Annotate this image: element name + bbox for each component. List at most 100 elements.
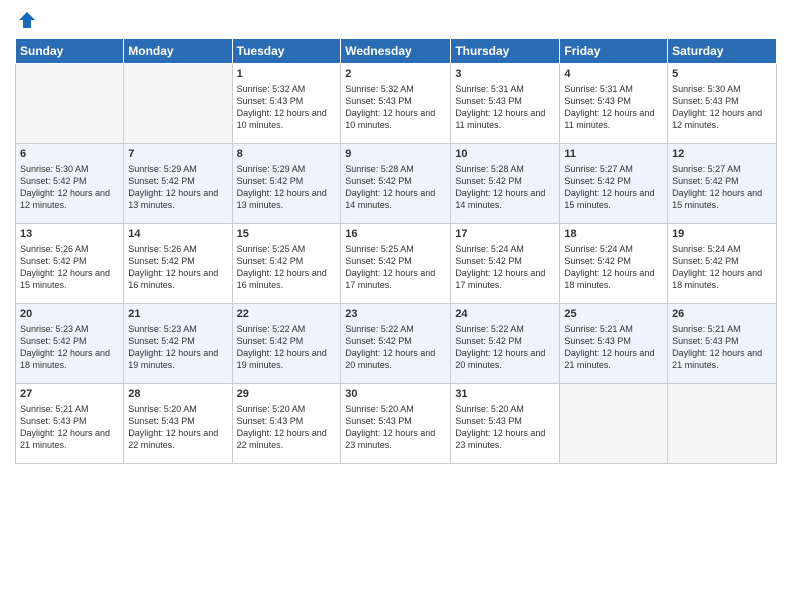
- day-info: Sunrise: 5:25 AMSunset: 5:42 PMDaylight:…: [237, 243, 337, 292]
- calendar-day-cell: 7Sunrise: 5:29 AMSunset: 5:42 PMDaylight…: [124, 144, 232, 224]
- day-info: Sunrise: 5:26 AMSunset: 5:42 PMDaylight:…: [128, 243, 227, 292]
- day-number: 6: [20, 147, 119, 162]
- day-info: Sunrise: 5:29 AMSunset: 5:42 PMDaylight:…: [128, 163, 227, 212]
- day-number: 30: [345, 387, 446, 402]
- weekday-header-row: SundayMondayTuesdayWednesdayThursdayFrid…: [16, 39, 777, 64]
- calendar-day-cell: 24Sunrise: 5:22 AMSunset: 5:42 PMDayligh…: [451, 304, 560, 384]
- day-number: 29: [237, 387, 337, 402]
- day-info: Sunrise: 5:23 AMSunset: 5:42 PMDaylight:…: [20, 323, 119, 372]
- day-info: Sunrise: 5:20 AMSunset: 5:43 PMDaylight:…: [237, 403, 337, 452]
- day-info: Sunrise: 5:24 AMSunset: 5:42 PMDaylight:…: [455, 243, 555, 292]
- calendar-day-cell: 13Sunrise: 5:26 AMSunset: 5:42 PMDayligh…: [16, 224, 124, 304]
- day-info: Sunrise: 5:20 AMSunset: 5:43 PMDaylight:…: [455, 403, 555, 452]
- day-info: Sunrise: 5:24 AMSunset: 5:42 PMDaylight:…: [672, 243, 772, 292]
- day-info: Sunrise: 5:20 AMSunset: 5:43 PMDaylight:…: [128, 403, 227, 452]
- day-number: 23: [345, 307, 446, 322]
- logo-icon: [17, 10, 37, 30]
- day-info: Sunrise: 5:21 AMSunset: 5:43 PMDaylight:…: [672, 323, 772, 372]
- day-number: 27: [20, 387, 119, 402]
- day-number: 24: [455, 307, 555, 322]
- day-info: Sunrise: 5:25 AMSunset: 5:42 PMDaylight:…: [345, 243, 446, 292]
- calendar-day-cell: 18Sunrise: 5:24 AMSunset: 5:42 PMDayligh…: [560, 224, 668, 304]
- weekday-header: Monday: [124, 39, 232, 64]
- calendar-day-cell: 17Sunrise: 5:24 AMSunset: 5:42 PMDayligh…: [451, 224, 560, 304]
- calendar-week-row: 6Sunrise: 5:30 AMSunset: 5:42 PMDaylight…: [16, 144, 777, 224]
- calendar-day-cell: 25Sunrise: 5:21 AMSunset: 5:43 PMDayligh…: [560, 304, 668, 384]
- day-info: Sunrise: 5:32 AMSunset: 5:43 PMDaylight:…: [345, 83, 446, 132]
- day-number: 28: [128, 387, 227, 402]
- day-info: Sunrise: 5:27 AMSunset: 5:42 PMDaylight:…: [672, 163, 772, 212]
- calendar-day-cell: 22Sunrise: 5:22 AMSunset: 5:42 PMDayligh…: [232, 304, 341, 384]
- header: [15, 10, 777, 30]
- calendar-day-cell: [668, 384, 777, 464]
- day-info: Sunrise: 5:30 AMSunset: 5:43 PMDaylight:…: [672, 83, 772, 132]
- day-info: Sunrise: 5:21 AMSunset: 5:43 PMDaylight:…: [20, 403, 119, 452]
- day-number: 12: [672, 147, 772, 162]
- calendar-day-cell: 26Sunrise: 5:21 AMSunset: 5:43 PMDayligh…: [668, 304, 777, 384]
- calendar-day-cell: [560, 384, 668, 464]
- calendar-day-cell: 23Sunrise: 5:22 AMSunset: 5:42 PMDayligh…: [341, 304, 451, 384]
- day-number: 10: [455, 147, 555, 162]
- calendar-day-cell: [16, 64, 124, 144]
- calendar-day-cell: 31Sunrise: 5:20 AMSunset: 5:43 PMDayligh…: [451, 384, 560, 464]
- day-number: 18: [564, 227, 663, 242]
- day-info: Sunrise: 5:27 AMSunset: 5:42 PMDaylight:…: [564, 163, 663, 212]
- day-info: Sunrise: 5:29 AMSunset: 5:42 PMDaylight:…: [237, 163, 337, 212]
- day-info: Sunrise: 5:28 AMSunset: 5:42 PMDaylight:…: [345, 163, 446, 212]
- day-number: 7: [128, 147, 227, 162]
- calendar-week-row: 13Sunrise: 5:26 AMSunset: 5:42 PMDayligh…: [16, 224, 777, 304]
- calendar-day-cell: 11Sunrise: 5:27 AMSunset: 5:42 PMDayligh…: [560, 144, 668, 224]
- day-number: 4: [564, 67, 663, 82]
- calendar-day-cell: 16Sunrise: 5:25 AMSunset: 5:42 PMDayligh…: [341, 224, 451, 304]
- day-number: 19: [672, 227, 772, 242]
- day-number: 5: [672, 67, 772, 82]
- day-number: 13: [20, 227, 119, 242]
- calendar-day-cell: 4Sunrise: 5:31 AMSunset: 5:43 PMDaylight…: [560, 64, 668, 144]
- calendar: SundayMondayTuesdayWednesdayThursdayFrid…: [15, 38, 777, 464]
- day-info: Sunrise: 5:30 AMSunset: 5:42 PMDaylight:…: [20, 163, 119, 212]
- calendar-day-cell: 9Sunrise: 5:28 AMSunset: 5:42 PMDaylight…: [341, 144, 451, 224]
- day-number: 21: [128, 307, 227, 322]
- day-info: Sunrise: 5:23 AMSunset: 5:42 PMDaylight:…: [128, 323, 227, 372]
- day-number: 11: [564, 147, 663, 162]
- day-number: 25: [564, 307, 663, 322]
- calendar-day-cell: 1Sunrise: 5:32 AMSunset: 5:43 PMDaylight…: [232, 64, 341, 144]
- calendar-week-row: 1Sunrise: 5:32 AMSunset: 5:43 PMDaylight…: [16, 64, 777, 144]
- calendar-day-cell: [124, 64, 232, 144]
- calendar-day-cell: 30Sunrise: 5:20 AMSunset: 5:43 PMDayligh…: [341, 384, 451, 464]
- weekday-header: Friday: [560, 39, 668, 64]
- calendar-day-cell: 10Sunrise: 5:28 AMSunset: 5:42 PMDayligh…: [451, 144, 560, 224]
- day-info: Sunrise: 5:21 AMSunset: 5:43 PMDaylight:…: [564, 323, 663, 372]
- day-info: Sunrise: 5:26 AMSunset: 5:42 PMDaylight:…: [20, 243, 119, 292]
- day-number: 3: [455, 67, 555, 82]
- day-number: 20: [20, 307, 119, 322]
- day-number: 1: [237, 67, 337, 82]
- calendar-day-cell: 19Sunrise: 5:24 AMSunset: 5:42 PMDayligh…: [668, 224, 777, 304]
- calendar-week-row: 27Sunrise: 5:21 AMSunset: 5:43 PMDayligh…: [16, 384, 777, 464]
- calendar-day-cell: 2Sunrise: 5:32 AMSunset: 5:43 PMDaylight…: [341, 64, 451, 144]
- day-number: 17: [455, 227, 555, 242]
- weekday-header: Tuesday: [232, 39, 341, 64]
- day-info: Sunrise: 5:22 AMSunset: 5:42 PMDaylight:…: [345, 323, 446, 372]
- weekday-header: Saturday: [668, 39, 777, 64]
- day-info: Sunrise: 5:20 AMSunset: 5:43 PMDaylight:…: [345, 403, 446, 452]
- day-number: 26: [672, 307, 772, 322]
- day-number: 22: [237, 307, 337, 322]
- day-info: Sunrise: 5:28 AMSunset: 5:42 PMDaylight:…: [455, 163, 555, 212]
- calendar-week-row: 20Sunrise: 5:23 AMSunset: 5:42 PMDayligh…: [16, 304, 777, 384]
- day-number: 15: [237, 227, 337, 242]
- calendar-day-cell: 3Sunrise: 5:31 AMSunset: 5:43 PMDaylight…: [451, 64, 560, 144]
- day-info: Sunrise: 5:24 AMSunset: 5:42 PMDaylight:…: [564, 243, 663, 292]
- day-number: 2: [345, 67, 446, 82]
- day-info: Sunrise: 5:32 AMSunset: 5:43 PMDaylight:…: [237, 83, 337, 132]
- weekday-header: Wednesday: [341, 39, 451, 64]
- day-number: 8: [237, 147, 337, 162]
- calendar-day-cell: 29Sunrise: 5:20 AMSunset: 5:43 PMDayligh…: [232, 384, 341, 464]
- day-info: Sunrise: 5:31 AMSunset: 5:43 PMDaylight:…: [455, 83, 555, 132]
- day-number: 14: [128, 227, 227, 242]
- calendar-day-cell: 8Sunrise: 5:29 AMSunset: 5:42 PMDaylight…: [232, 144, 341, 224]
- day-number: 9: [345, 147, 446, 162]
- calendar-day-cell: 27Sunrise: 5:21 AMSunset: 5:43 PMDayligh…: [16, 384, 124, 464]
- calendar-day-cell: 12Sunrise: 5:27 AMSunset: 5:42 PMDayligh…: [668, 144, 777, 224]
- page: SundayMondayTuesdayWednesdayThursdayFrid…: [0, 0, 792, 612]
